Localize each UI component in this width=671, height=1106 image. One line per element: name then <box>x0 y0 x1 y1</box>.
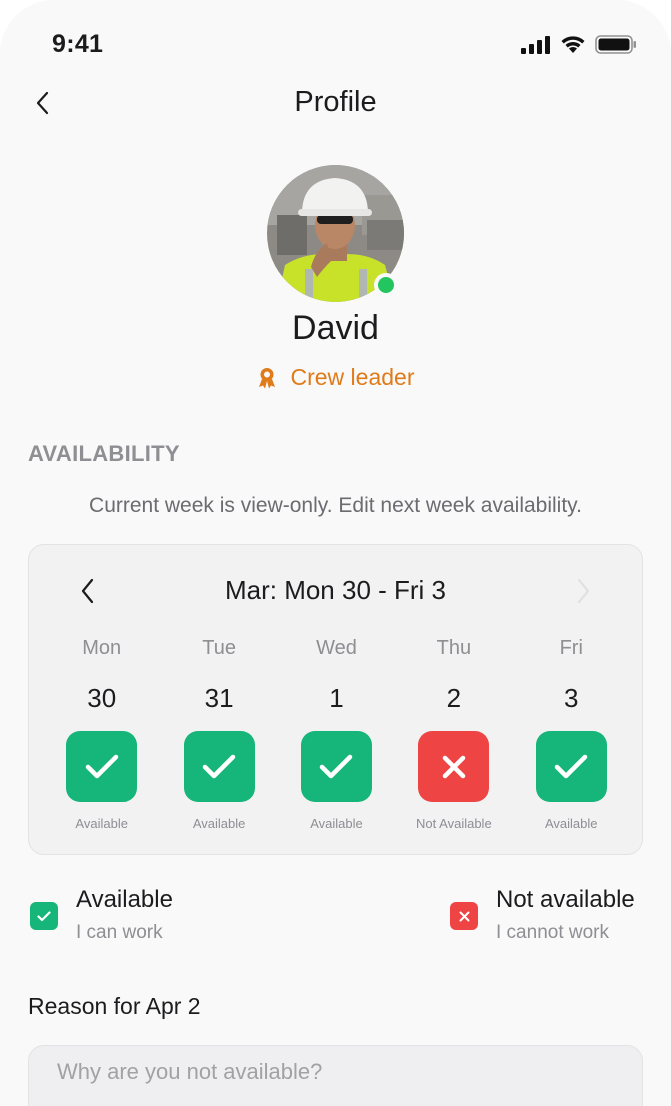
day-column: Mon 30 Available <box>43 637 160 831</box>
legend-not-available: Not available I cannot work <box>450 886 635 944</box>
close-icon <box>459 911 469 921</box>
next-week-button[interactable] <box>570 573 596 609</box>
app-screen: 9:41 Profile David Crew leader AVAILABIL… <box>0 0 671 1106</box>
wifi-icon <box>561 36 585 53</box>
day-name: Mon <box>82 637 122 659</box>
check-icon <box>202 754 236 778</box>
day-name: Tue <box>202 637 236 659</box>
day-status-label: Available <box>75 816 128 831</box>
day-column: Tue 31 Available <box>160 637 277 831</box>
role-badge: Crew leader <box>0 364 671 391</box>
check-icon <box>85 754 118 778</box>
not-available-swatch <box>450 902 478 930</box>
legend-available: Available I can work <box>30 886 173 944</box>
day-status-toggle[interactable] <box>535 731 607 802</box>
day-status-toggle[interactable] <box>300 731 372 802</box>
day-status-toggle[interactable] <box>418 731 490 802</box>
chevron-right-icon <box>577 578 590 604</box>
day-date: 2 <box>446 683 462 713</box>
role-label: Crew leader <box>290 364 415 390</box>
week-availability-card: Mar: Mon 30 - Fri 3 Mon 30 Available Tue… <box>28 544 643 855</box>
day-status-toggle[interactable] <box>66 731 138 802</box>
day-status-label: Available <box>310 816 363 831</box>
status-time: 9:41 <box>52 30 104 58</box>
week-range: Mar: Mon 30 - Fri 3 <box>224 575 447 605</box>
available-swatch <box>30 902 58 930</box>
day-name: Wed <box>316 637 357 659</box>
day-date: 3 <box>564 683 579 713</box>
day-status-toggle[interactable] <box>183 731 255 802</box>
legend-subtitle: I cannot work <box>496 922 609 943</box>
day-column: Fri 3 Available <box>513 637 630 831</box>
signal-icon <box>521 35 550 54</box>
reason-label: Reason for Apr 2 <box>28 993 201 1019</box>
battery-icon <box>595 35 636 54</box>
section-title: AVAILABILITY <box>28 441 180 466</box>
check-icon <box>37 910 51 921</box>
day-status-label: Available <box>544 816 598 831</box>
close-icon <box>442 755 466 778</box>
check-icon <box>555 754 588 778</box>
check-icon <box>320 754 353 778</box>
page-title: Profile <box>294 86 377 118</box>
online-status-indicator <box>374 273 398 297</box>
legend-title: Not available <box>496 886 635 913</box>
user-name: David <box>292 309 379 347</box>
day-name: Thu <box>436 637 472 659</box>
day-date: 30 <box>87 683 117 713</box>
legend-title: Available <box>76 886 173 913</box>
status-icons <box>521 35 637 54</box>
day-columns: Mon 30 Available Tue 31 Available Wed 1 <box>43 637 630 831</box>
day-date: 31 <box>204 683 234 713</box>
reason-input[interactable] <box>28 1045 643 1106</box>
day-column: Wed 1 Available <box>278 637 395 831</box>
day-date: 1 <box>329 683 344 713</box>
availability-note: Current week is view-only. Edit next wee… <box>89 494 582 517</box>
award-icon <box>258 367 275 388</box>
day-status-label: Available <box>192 816 246 831</box>
legend-subtitle: I can work <box>76 922 163 943</box>
day-column: Thu 2 Not Available <box>395 637 512 831</box>
day-name: Fri <box>559 637 583 659</box>
day-status-label: Not Available <box>416 816 492 831</box>
